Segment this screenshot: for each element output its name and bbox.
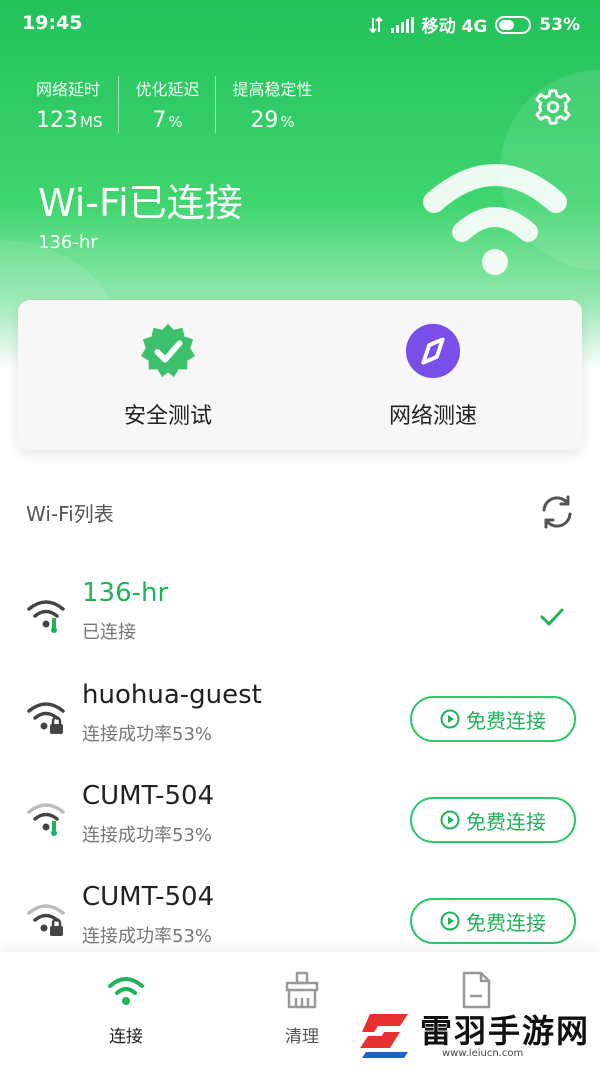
tab-label: 连接 xyxy=(109,1027,143,1047)
security-test-label: 安全测试 xyxy=(123,404,212,429)
stat-unit: % xyxy=(280,113,295,131)
free-connect-label: 免费连接 xyxy=(466,809,546,834)
stat-label: 提高稳定性 xyxy=(232,80,313,99)
wifi-status: 连接成功率53% xyxy=(82,825,213,846)
free-connect-button[interactable]: 免费连接 xyxy=(410,898,576,944)
signal-icon xyxy=(390,16,414,33)
status-bar: 19:45 移动 4G 53% xyxy=(0,0,600,48)
wifi-name: huohua-guest xyxy=(82,680,262,710)
battery-icon xyxy=(495,15,532,34)
watermark: 雷羽手游网 www.leiucn.com xyxy=(356,1002,596,1068)
wifi-name: CUMT-504 xyxy=(82,781,215,811)
wifi-name: CUMT-504 xyxy=(82,882,215,912)
free-connect-button[interactable]: 免费连接 xyxy=(410,797,576,843)
watermark-text: 雷羽手游网 xyxy=(420,1012,591,1050)
stat-value: 29 xyxy=(250,108,279,133)
wifi-status: 连接成功率53% xyxy=(82,926,213,947)
wifi-icon xyxy=(423,164,567,275)
wifi-icon xyxy=(108,977,144,1005)
gear-icon[interactable] xyxy=(534,88,572,126)
security-test-button[interactable]: 安全测试 xyxy=(68,322,268,430)
speed-test-button[interactable]: 网络测速 xyxy=(333,322,533,430)
wifi-list-title: Wi-Fi列表 xyxy=(26,502,114,526)
broom-icon xyxy=(285,971,319,1009)
compass-icon xyxy=(405,323,461,379)
free-connect-button[interactable]: 免费连接 xyxy=(410,696,576,742)
stat-value: 123 xyxy=(36,108,78,133)
wifi-list-item[interactable]: CUMT-504 连接成功率53% 免费连接 xyxy=(0,874,600,964)
play-icon xyxy=(440,911,460,931)
wifi-list-item[interactable]: huohua-guest 连接成功率53% 免费连接 xyxy=(0,672,600,762)
stat-optimize: 优化延迟 7% xyxy=(135,76,217,133)
stat-label: 网络延时 xyxy=(36,80,101,99)
wifi-list-item[interactable]: CUMT-504 连接成功率53% 免费连接 xyxy=(0,773,600,863)
refresh-icon[interactable] xyxy=(538,494,576,530)
stat-value: 7 xyxy=(152,108,167,133)
wifi-signal-icon xyxy=(27,803,65,836)
carrier-label: 移动 4G xyxy=(421,17,488,37)
stat-stability: 提高稳定性 29% xyxy=(232,76,328,133)
play-icon xyxy=(440,810,460,830)
wifi-lock-icon xyxy=(27,904,65,936)
stat-unit: MS xyxy=(80,113,103,131)
wifi-status: 已连接 xyxy=(82,622,136,643)
quick-actions-card: 安全测试 网络测速 xyxy=(18,300,582,450)
connection-title: Wi-Fi已连接 xyxy=(38,181,243,225)
wifi-list-item[interactable]: 136-hr 已连接 xyxy=(0,570,600,660)
watermark-url: www.leiucn.com xyxy=(442,1048,524,1059)
data-transfer-icon xyxy=(368,16,383,33)
stat-latency: 网络延时 123 MS xyxy=(36,76,120,133)
tab-label: 清理 xyxy=(285,1027,319,1047)
speed-test-label: 网络测速 xyxy=(388,404,477,429)
wifi-lock-icon xyxy=(27,702,65,734)
tab-connect[interactable]: 连接 xyxy=(66,970,186,1047)
connected-ssid: 136-hr xyxy=(38,232,98,253)
shield-check-icon xyxy=(140,323,196,378)
tab-clean[interactable]: 清理 xyxy=(242,970,362,1047)
check-icon xyxy=(540,608,564,626)
free-connect-label: 免费连接 xyxy=(466,708,546,733)
free-connect-label: 免费连接 xyxy=(466,910,546,935)
wifi-name: 136-hr xyxy=(82,578,169,608)
status-indicators: 移动 4G 53% xyxy=(368,12,580,37)
watermark-logo xyxy=(360,1014,408,1058)
status-time: 19:45 xyxy=(22,12,83,34)
play-icon xyxy=(440,709,460,729)
battery-percent: 53% xyxy=(539,14,580,35)
stat-unit: % xyxy=(168,113,183,131)
network-stats: 网络延时 123 MS 优化延迟 7% 提高稳定性 29% xyxy=(36,76,345,133)
wifi-status: 连接成功率53% xyxy=(82,724,213,745)
stat-label: 优化延迟 xyxy=(135,80,200,99)
wifi-signal-icon xyxy=(27,600,65,633)
